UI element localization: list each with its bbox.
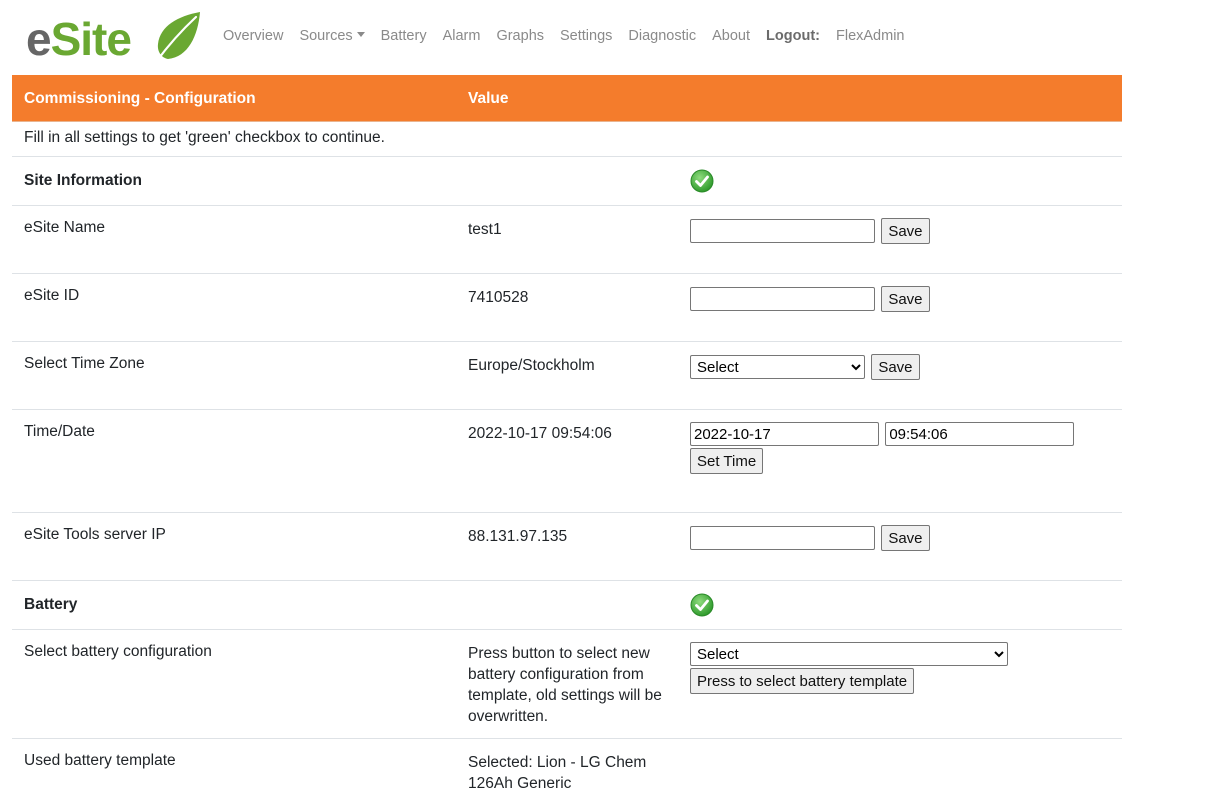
check-circle-icon <box>690 593 714 617</box>
battery-section-row: Battery <box>12 581 1122 630</box>
battery-status <box>690 593 714 622</box>
nav-overview[interactable]: Overview <box>223 28 283 44</box>
battery-template-label: Used battery template <box>24 752 176 769</box>
battery-config-value: Press button to select new battery confi… <box>468 645 662 725</box>
server-ip-value: 88.131.97.135 <box>468 528 568 545</box>
check-circle-icon <box>690 169 714 193</box>
intro-text: Fill in all settings to get 'green' chec… <box>24 129 385 146</box>
nav-settings[interactable]: Settings <box>560 28 612 44</box>
battery-config-row: Select battery configuration Press butto… <box>12 630 1122 739</box>
set-time-button[interactable]: Set Time <box>690 448 764 474</box>
esite-id-input[interactable] <box>690 287 875 311</box>
date-input[interactable] <box>690 422 879 446</box>
caret-down-icon <box>356 31 365 37</box>
timezone-controls: Select Save <box>690 354 920 380</box>
nav-username[interactable]: FlexAdmin <box>836 28 905 44</box>
time-date-controls: Set Time <box>690 422 1090 474</box>
battery-template-row: Used battery template Selected: Lion - L… <box>12 739 1122 801</box>
esite-name-controls: Save <box>690 218 930 244</box>
timezone-value: Europe/Stockholm <box>468 357 595 374</box>
server-ip-label: eSite Tools server IP <box>24 526 166 543</box>
nav-battery[interactable]: Battery <box>381 28 427 44</box>
site-info-section-row: Site Information <box>12 157 1122 206</box>
commissioning-table: Commissioning - Configuration Value Fill… <box>12 75 1122 801</box>
nav-logout[interactable]: Logout: <box>766 28 820 44</box>
site-info-status <box>690 169 714 198</box>
esite-name-value: test1 <box>468 221 502 238</box>
time-input[interactable] <box>885 422 1075 446</box>
nav-diagnostic[interactable]: Diagnostic <box>628 28 696 44</box>
nav-graphs[interactable]: Graphs <box>496 28 544 44</box>
leaf-icon <box>154 12 200 64</box>
nav-about[interactable]: About <box>712 28 750 44</box>
intro-row: Fill in all settings to get 'green' chec… <box>12 122 1122 157</box>
header-value-label: Value <box>468 90 509 107</box>
server-ip-input[interactable] <box>690 526 875 550</box>
select-battery-template-button[interactable]: Press to select battery template <box>690 668 915 694</box>
timezone-row: Select Time Zone Europe/Stockholm Select… <box>12 342 1122 410</box>
esite-name-save-button[interactable]: Save <box>881 218 930 244</box>
nav-sources-label: Sources <box>299 28 353 44</box>
esite-id-value: 7410528 <box>468 289 529 306</box>
table-header: Commissioning - Configuration Value <box>12 75 1122 122</box>
time-date-value: 2022-10-17 09:54:06 <box>468 425 612 442</box>
server-ip-controls: Save <box>690 525 930 551</box>
time-date-label: Time/Date <box>24 423 95 440</box>
battery-config-select[interactable]: Select <box>690 642 1008 666</box>
battery-config-label: Select battery configuration <box>24 643 212 660</box>
battery-section-title: Battery <box>24 596 78 613</box>
set-time-wrap: Set Time <box>690 448 1090 474</box>
server-ip-save-button[interactable]: Save <box>881 525 930 551</box>
nav-sources-dropdown[interactable]: Sources <box>299 28 365 44</box>
nav-alarm[interactable]: Alarm <box>443 28 481 44</box>
timezone-select[interactable]: Select <box>690 355 865 379</box>
esite-name-input[interactable] <box>690 219 875 243</box>
time-date-row: Time/Date 2022-10-17 09:54:06 Set Time <box>12 410 1122 513</box>
navbar: eSite Overview Sources Battery Alarm Gra… <box>0 0 1224 74</box>
esite-id-label: eSite ID <box>24 287 80 304</box>
esite-name-row: eSite Name test1 Save <box>12 206 1122 274</box>
esite-id-controls: Save <box>690 286 930 312</box>
esite-id-save-button[interactable]: Save <box>881 286 930 312</box>
nav-menu: Overview Sources Battery Alarm Graphs Se… <box>223 28 920 44</box>
header-config-label: Commissioning - Configuration <box>24 90 256 107</box>
brand-logo[interactable]: eSite <box>26 10 202 66</box>
timezone-save-button[interactable]: Save <box>871 354 920 380</box>
server-ip-row: eSite Tools server IP 88.131.97.135 Save <box>12 513 1122 581</box>
site-info-title: Site Information <box>24 172 142 189</box>
brand-wordmark: eSite <box>26 13 132 65</box>
battery-template-value: Selected: Lion - LG Chem 126Ah Generic <box>468 754 647 792</box>
timezone-label: Select Time Zone <box>24 355 145 372</box>
battery-config-controls: Select Press to select battery template <box>690 642 1008 694</box>
esite-id-row: eSite ID 7410528 Save <box>12 274 1122 342</box>
esite-name-label: eSite Name <box>24 219 105 236</box>
